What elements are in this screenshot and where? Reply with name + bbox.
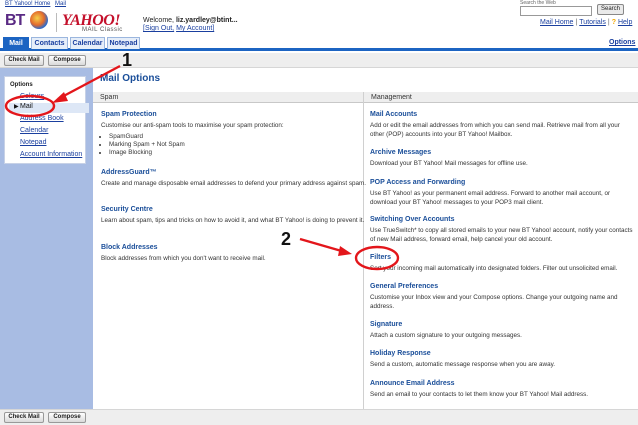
my-account-link[interactable]: My Account] [176, 25, 214, 32]
sidebar-item-address-book[interactable]: Address Book [20, 115, 64, 122]
logo-divider [56, 13, 57, 32]
sidebar-item-calendar[interactable]: Calendar [20, 127, 48, 134]
welcome-block: Welcome, liz.yardley@btint... [Sign Out,… [143, 17, 238, 33]
tab-contacts[interactable]: Contacts [31, 37, 68, 49]
list-item: Image Blocking [109, 149, 366, 157]
spam-column-header: Spam [93, 92, 363, 103]
triangle-right-icon: ▶ [14, 104, 19, 110]
mail-accounts-link[interactable]: Mail Accounts [370, 111, 635, 118]
holiday-response-desc: Send a custom, automatic message respons… [370, 361, 556, 368]
check-mail-button-bottom[interactable]: Check Mail [4, 412, 44, 423]
archive-messages-link[interactable]: Archive Messages [370, 149, 635, 156]
security-centre-section: Security Centre Learn about spam, tips a… [101, 206, 366, 226]
tab-notepad[interactable]: Notepad [107, 37, 140, 49]
tab-mail[interactable]: Mail [3, 37, 29, 49]
block-addresses-section: Block Addresses Block addresses from whi… [101, 244, 366, 264]
welcome-text: Welcome, [143, 17, 174, 24]
tab-calendar[interactable]: Calendar [70, 37, 105, 49]
block-addresses-link[interactable]: Block Addresses [101, 244, 366, 251]
spam-protection-list: SpamGuard Marking Spam + Not Spam Image … [109, 133, 366, 157]
user-email: liz.yardley@btint... [175, 17, 238, 24]
spam-protection-desc: Customise our anti-spam tools to maximis… [101, 122, 284, 129]
addressguard-section: AddressGuard™ Create and manage disposab… [101, 169, 366, 189]
mail-link[interactable]: Mail [55, 1, 66, 7]
mail-home-link[interactable]: Mail Home [540, 19, 573, 26]
sign-out-link[interactable]: [Sign Out, [143, 25, 174, 32]
sidebar-item-colours[interactable]: Colours [20, 93, 44, 100]
pop-access-link[interactable]: POP Access and Forwarding [370, 179, 635, 186]
options-link[interactable]: Options [609, 39, 635, 46]
bt-logo: BT [5, 12, 25, 29]
announce-email-desc: Send an email to your contacts to let th… [370, 391, 589, 398]
check-mail-button[interactable]: Check Mail [4, 55, 44, 66]
pop-access-desc: Use BT Yahoo! as your permanent email ad… [370, 190, 611, 206]
sidebar-item-account-information[interactable]: Account Information [20, 151, 82, 158]
bt-globe-icon [30, 11, 48, 29]
filters-link[interactable]: Filters [370, 254, 635, 261]
compose-button-bottom[interactable]: Compose [48, 412, 86, 423]
security-centre-link[interactable]: Security Centre [101, 206, 366, 213]
mail-accounts-section: Mail Accounts Add or edit the email addr… [370, 111, 635, 139]
action-bar-bottom: Check Mail Compose [0, 409, 638, 425]
sidebar-title: Options [10, 82, 33, 88]
signature-section: Signature Attach a custom signature to y… [370, 321, 635, 341]
archive-messages-section: Archive Messages Download your BT Yahoo!… [370, 149, 635, 169]
switching-accounts-desc: Use TrueSwitch* to copy all stored email… [370, 227, 633, 243]
header: BT YAHOO! MAIL Classic Welcome, liz.yard… [0, 10, 638, 35]
archive-messages-desc: Download your BT Yahoo! Mail messages fo… [370, 160, 528, 167]
help-icon: ? [611, 19, 616, 26]
spam-protection-section: Spam Protection Customise our anti-spam … [101, 111, 366, 157]
spam-protection-link[interactable]: Spam Protection [101, 111, 366, 118]
bt-yahoo-home-link[interactable]: BT Yahoo! Home [5, 1, 50, 7]
annotation-number-1: 1 [122, 50, 133, 70]
holiday-response-link[interactable]: Holiday Response [370, 350, 635, 357]
sidebar-item-mail[interactable]: ▶ Mail [9, 103, 89, 113]
action-bar-top: Check Mail Compose [0, 53, 638, 68]
block-addresses-desc: Block addresses from which you don't wan… [101, 255, 266, 262]
list-item: SpamGuard [109, 133, 366, 141]
general-preferences-section: General Preferences Customise your Inbox… [370, 283, 635, 311]
addressguard-desc: Create and manage disposable email addre… [101, 180, 366, 187]
sidebar-item-label: Mail [20, 103, 33, 110]
addressguard-link[interactable]: AddressGuard™ [101, 169, 366, 176]
sidebar-item-notepad[interactable]: Notepad [20, 139, 46, 146]
security-centre-desc: Learn about spam, tips and tricks on how… [101, 217, 365, 224]
announce-email-section: Announce Email Address Send an email to … [370, 380, 635, 400]
compose-button[interactable]: Compose [48, 55, 86, 66]
holiday-response-section: Holiday Response Send a custom, automati… [370, 350, 635, 370]
main-panel: Mail Options Spam Management Spam Protec… [93, 68, 638, 409]
annotation-number-2: 2 [281, 229, 292, 249]
switching-accounts-link[interactable]: Switching Over Accounts [370, 216, 635, 223]
management-column-header: Management [364, 92, 638, 103]
options-sidebar: Options Colours ▶ Mail Address Book Cale… [4, 76, 89, 164]
header-links: Mail Home | Tutorials |? Help [540, 19, 633, 26]
page-title: Mail Options [100, 73, 160, 84]
filters-desc: Sort your incoming mail automatically in… [370, 265, 618, 272]
mail-accounts-desc: Add or edit the email addresses from whi… [370, 122, 620, 138]
tab-bar: Mail Contacts Calendar Notepad Options [0, 37, 638, 51]
tutorials-link[interactable]: Tutorials [579, 19, 606, 26]
mail-classic-label: MAIL Classic [82, 27, 123, 33]
switching-accounts-section: Switching Over Accounts Use TrueSwitch* … [370, 216, 635, 244]
help-link[interactable]: Help [618, 19, 632, 26]
signature-desc: Attach a custom signature to your outgoi… [370, 332, 522, 339]
utility-bar: BT Yahoo! Home Mail Search the Web Searc… [0, 0, 638, 16]
pop-access-section: POP Access and Forwarding Use BT Yahoo! … [370, 179, 635, 207]
list-item: Marking Spam + Not Spam [109, 141, 366, 149]
filters-section: Filters Sort your incoming mail automati… [370, 254, 635, 274]
general-preferences-desc: Customise your Inbox view and your Compo… [370, 294, 618, 310]
general-preferences-link[interactable]: General Preferences [370, 283, 635, 290]
announce-email-link[interactable]: Announce Email Address [370, 380, 635, 387]
signature-link[interactable]: Signature [370, 321, 635, 328]
